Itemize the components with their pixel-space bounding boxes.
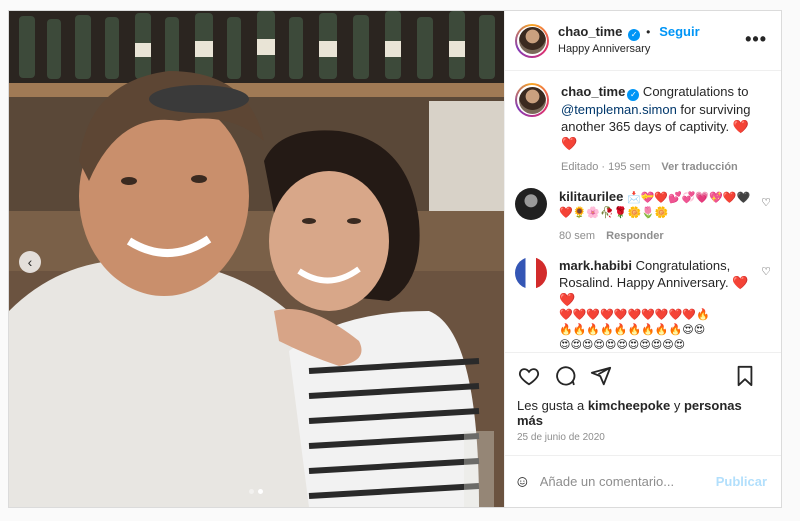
verified-badge-icon: ✓ <box>627 89 640 101</box>
comment-button[interactable] <box>553 364 577 388</box>
save-button[interactable] <box>733 364 757 388</box>
likes-user-link[interactable]: kimcheepoke <box>588 398 670 413</box>
caption-edited: Editado · 195 sem <box>561 161 651 173</box>
like-comment-heart-icon[interactable]: ♡ <box>761 196 771 209</box>
emoji-picker-icon[interactable] <box>517 470 528 494</box>
verified-badge-icon: ✓ <box>628 29 641 41</box>
carousel-dots <box>249 489 263 494</box>
post-header: chao_time ✓ • Seguir Happy Anniversary •… <box>505 11 781 71</box>
emoji-row: ❤️❤️❤️❤️❤️❤️❤️❤️❤️❤️🔥 <box>559 309 710 321</box>
post-container: ‹ chao_time ✓ • Seguir Happy Anniversary… <box>8 10 782 508</box>
comment-item: kilitaurilee 📩💝❤️💕💞💗💖❤️🖤 ❤️🌻🌸🥀🌹🌼🌷🌼 80 se… <box>515 188 771 245</box>
emoji-row: 😍😍😍😍😍😍😍😍😍😍😍 <box>559 339 686 351</box>
like-button[interactable] <box>517 364 541 388</box>
caption: chao_time ✓ Congratulations to @templeman… <box>515 83 767 176</box>
action-bar <box>505 352 781 398</box>
likes-summary: Les gusta a kimcheepoke y personas más <box>505 398 781 428</box>
follow-button[interactable]: Seguir <box>659 24 699 39</box>
comment-text-line2: ❤️🌻🌸🥀🌹🌼🌷🌼 <box>559 207 669 219</box>
comment-input[interactable] <box>539 474 716 489</box>
avatar[interactable] <box>515 23 549 58</box>
publish-button[interactable]: Publicar <box>716 474 767 489</box>
comments-list[interactable]: chao_time ✓ Congratulations to @templeman… <box>505 71 781 352</box>
separator-dot: • <box>646 25 651 39</box>
reply-button[interactable]: Responder <box>606 230 663 242</box>
comment-composer: Publicar <box>505 455 781 507</box>
more-options-icon[interactable]: ••• <box>745 29 767 50</box>
caption-username[interactable]: chao_time <box>561 84 625 99</box>
post-photo[interactable]: ‹ <box>9 11 504 507</box>
carousel-dot-active <box>258 489 263 494</box>
carousel-dot <box>249 489 254 494</box>
chevron-left-icon: ‹ <box>27 254 33 270</box>
emoji-row: 🔥🔥🔥🔥🔥🔥🔥🔥🔥😍😍 <box>559 324 706 336</box>
photo-illustration <box>9 11 504 507</box>
share-button[interactable] <box>589 364 613 388</box>
caption-mention-link[interactable]: @templeman.simon <box>561 102 677 117</box>
like-comment-heart-icon[interactable]: ♡ <box>761 265 771 278</box>
likes-prefix: Les gusta a <box>517 398 588 413</box>
comment-avatar[interactable] <box>515 257 547 289</box>
caption-text-before: Congratulations to <box>639 84 749 99</box>
comment-username[interactable]: mark.habibi <box>559 258 632 273</box>
post-subtitle: Happy Anniversary <box>558 43 651 55</box>
caption-avatar[interactable] <box>515 83 549 117</box>
comment-avatar[interactable] <box>515 188 547 220</box>
post-username[interactable]: chao_time <box>558 24 622 39</box>
comment-text: 📩💝❤️💕💞💗💖❤️🖤 <box>626 192 751 204</box>
translate-link[interactable]: Ver traducción <box>661 161 737 173</box>
comment-icon <box>556 365 576 385</box>
carousel-prev-button[interactable]: ‹ <box>19 251 41 273</box>
comment-item: mark.habibi Congratulations, Rosalind. H… <box>515 257 771 352</box>
bookmark-icon <box>737 365 753 387</box>
post-date[interactable]: 25 de junio de 2020 <box>505 428 781 455</box>
post-side-panel: chao_time ✓ • Seguir Happy Anniversary •… <box>504 11 781 507</box>
comment-time: 80 sem <box>559 230 596 242</box>
likes-middle: y <box>670 398 684 413</box>
send-icon <box>590 366 612 385</box>
avatar-image <box>518 27 546 54</box>
heart-icon <box>518 367 540 385</box>
comment-username[interactable]: kilitaurilee <box>559 189 623 204</box>
